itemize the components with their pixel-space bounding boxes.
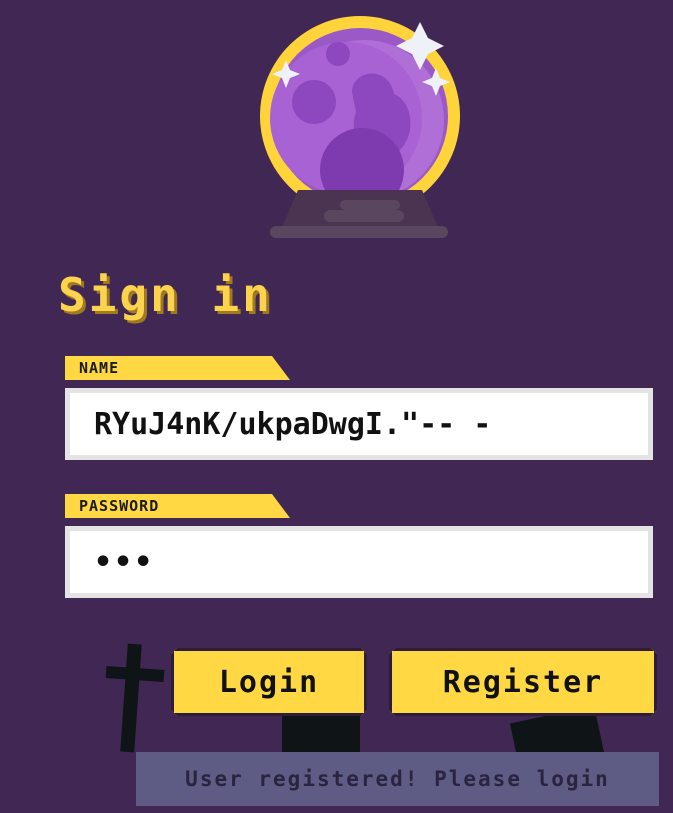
- register-button[interactable]: Register: [389, 648, 657, 716]
- password-label: PASSWORD: [65, 494, 290, 518]
- login-button[interactable]: Login: [171, 648, 367, 716]
- name-input[interactable]: [65, 388, 653, 460]
- tombstone-icon: [282, 715, 360, 757]
- status-toast: User registered! Please login: [136, 752, 659, 806]
- cross-icon: [105, 643, 165, 753]
- crystal-ball-icon: [260, 16, 460, 238]
- password-input[interactable]: [65, 526, 653, 598]
- page-title: Sign in: [58, 268, 273, 322]
- name-label: NAME: [65, 356, 290, 380]
